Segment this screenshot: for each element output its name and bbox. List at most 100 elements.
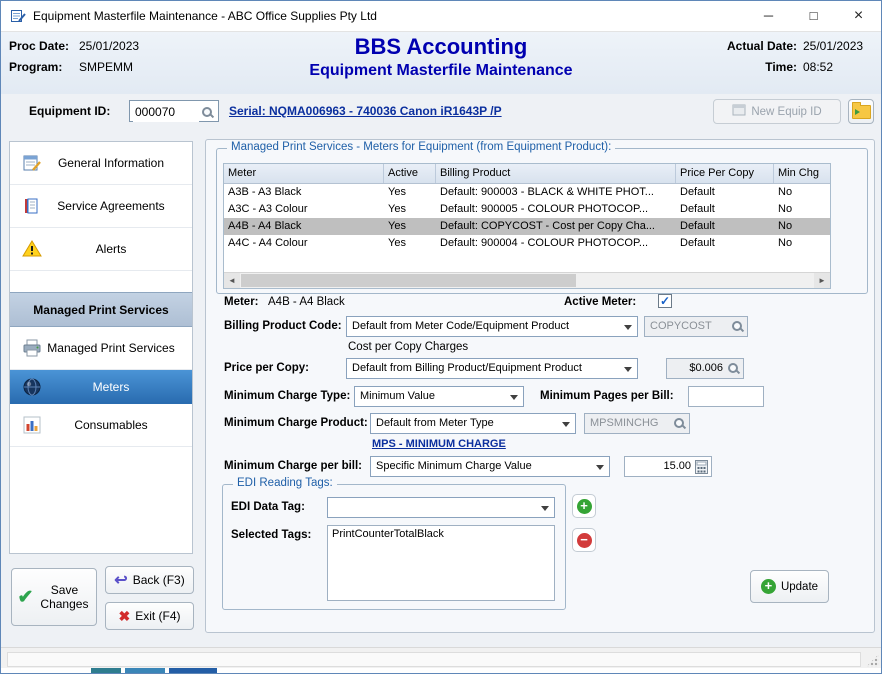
selected-tags-listbox[interactable]: PrintCounterTotalBlack bbox=[327, 525, 555, 601]
taskbar-fragment bbox=[169, 668, 217, 673]
cell-meter: A4B - A4 Black bbox=[224, 218, 384, 235]
minimum-charge-product-dropdown[interactable]: Default from Meter Type bbox=[370, 413, 576, 434]
bar-chart-icon bbox=[22, 415, 42, 435]
exit-label: Exit (F4) bbox=[135, 609, 180, 623]
open-folder-button[interactable] bbox=[848, 99, 874, 124]
search-icon[interactable] bbox=[201, 106, 214, 119]
search-icon[interactable] bbox=[673, 417, 686, 430]
minimum-charge-type-dropdown[interactable]: Minimum Value bbox=[354, 386, 524, 407]
check-icon: ✔ bbox=[18, 586, 34, 609]
active-meter-checkbox[interactable]: ✓ bbox=[658, 294, 672, 308]
cell-billing: Default: 900004 - COLOUR PHOTOCOP... bbox=[436, 235, 676, 252]
cell-meter: A4C - A4 Colour bbox=[224, 235, 384, 252]
sidebar-item-alerts[interactable]: Alerts bbox=[10, 228, 192, 271]
table-row[interactable]: A3C - A3 Colour Yes Default: 900005 - CO… bbox=[224, 201, 830, 218]
search-icon[interactable] bbox=[731, 320, 744, 333]
minimum-charge-per-bill-label: Minimum Charge per bill: bbox=[224, 460, 362, 472]
table-row[interactable]: A3B - A3 Black Yes Default: 900003 - BLA… bbox=[224, 184, 830, 201]
minimum-charge-per-bill-dropdown[interactable]: Specific Minimum Charge Value bbox=[370, 456, 610, 477]
sidebar-item-label: General Information bbox=[38, 156, 164, 170]
table-row-selected[interactable]: A4B - A4 Black Yes Default: COPYCOST - C… bbox=[224, 218, 830, 235]
sidebar-item-service-agreements[interactable]: Service Agreements bbox=[10, 185, 192, 228]
meter-label: Meter: bbox=[224, 296, 259, 308]
new-equip-id-button[interactable]: New Equip ID bbox=[713, 99, 841, 124]
save-changes-label: Save Changes bbox=[38, 583, 90, 611]
sidebar-item-label: Alerts bbox=[76, 242, 127, 256]
edi-data-tag-label: EDI Data Tag: bbox=[231, 501, 305, 513]
cell-price: Default bbox=[676, 235, 774, 252]
serial-link[interactable]: Serial: NQMA006963 - 740036 Canon iR1643… bbox=[229, 104, 502, 118]
column-header-min-chg[interactable]: Min Chg bbox=[774, 164, 830, 183]
sidebar-item-label: Managed Print Services bbox=[27, 341, 174, 355]
mps-minimum-charge-link[interactable]: MPS - MINIMUM CHARGE bbox=[372, 438, 506, 450]
resize-grip[interactable] bbox=[866, 654, 879, 667]
exit-x-icon: ✖ bbox=[118, 608, 130, 625]
taskbar-fragment bbox=[125, 668, 165, 673]
minimum-charge-per-bill-mode-value: Specific Minimum Charge Value bbox=[376, 460, 532, 472]
minimum-charge-product-code: MPSMINCHG bbox=[590, 417, 658, 429]
billing-product-code-field[interactable]: COPYCOST bbox=[644, 316, 748, 337]
price-per-copy-label: Price per Copy: bbox=[224, 362, 309, 374]
update-label: Update bbox=[781, 581, 818, 593]
back-button[interactable]: ↩ Back (F3) bbox=[105, 566, 194, 594]
minimize-button[interactable]: ─ bbox=[746, 1, 791, 31]
sidebar-item-label: Consumables bbox=[54, 418, 147, 432]
column-header-price-per-copy[interactable]: Price Per Copy bbox=[676, 164, 774, 183]
table-header: Meter Active Billing Product Price Per C… bbox=[224, 164, 830, 184]
billing-product-code-label: Billing Product Code: bbox=[224, 320, 342, 332]
sidebar-item-meters[interactable]: Meters bbox=[10, 370, 192, 404]
active-meter-label: Active Meter: bbox=[564, 296, 636, 308]
update-button[interactable]: + Update bbox=[750, 570, 829, 603]
cell-min: No bbox=[774, 218, 830, 235]
column-header-meter[interactable]: Meter bbox=[224, 164, 384, 183]
meter-value: A4B - A4 Black bbox=[268, 296, 345, 308]
scroll-right-icon[interactable]: ► bbox=[814, 273, 830, 288]
minimum-charge-type-label: Minimum Charge Type: bbox=[224, 390, 350, 402]
sidebar-section-label: Managed Print Services bbox=[33, 303, 168, 317]
sidebar-item-managed-print-services[interactable]: Managed Print Services bbox=[10, 327, 192, 370]
equipment-id-field[interactable] bbox=[129, 100, 219, 122]
minimum-charge-per-bill-field[interactable]: 15.00 bbox=[624, 456, 712, 477]
add-tag-button[interactable]: + bbox=[572, 494, 596, 518]
title-bar: Equipment Masterfile Maintenance - ABC O… bbox=[1, 1, 881, 32]
cell-active: Yes bbox=[384, 184, 436, 201]
sidebar-item-consumables[interactable]: Consumables bbox=[10, 404, 192, 447]
remove-tag-button[interactable]: − bbox=[572, 528, 596, 552]
time-label: Time: bbox=[765, 60, 797, 74]
exit-button[interactable]: ✖ Exit (F4) bbox=[105, 602, 194, 630]
scroll-left-icon[interactable]: ◄ bbox=[224, 273, 240, 288]
column-header-active[interactable]: Active bbox=[384, 164, 436, 183]
minimum-pages-input[interactable] bbox=[688, 386, 764, 407]
list-item[interactable]: PrintCounterTotalBlack bbox=[328, 526, 554, 542]
new-equip-label: New Equip ID bbox=[751, 106, 821, 118]
selected-tags-label: Selected Tags: bbox=[231, 529, 311, 541]
cell-min: No bbox=[774, 184, 830, 201]
minus-icon: − bbox=[577, 533, 592, 548]
cell-min: No bbox=[774, 201, 830, 218]
calculator-icon[interactable] bbox=[695, 460, 708, 477]
close-button[interactable]: × bbox=[836, 1, 881, 31]
price-per-copy-field[interactable]: $0.006 bbox=[666, 358, 744, 379]
edi-data-tag-dropdown[interactable] bbox=[327, 497, 555, 518]
billing-product-mode-dropdown[interactable]: Default from Meter Code/Equipment Produc… bbox=[346, 316, 638, 337]
plus-icon: + bbox=[761, 579, 776, 594]
sidebar-section-managed-print-services[interactable]: Managed Print Services bbox=[10, 292, 192, 327]
search-icon[interactable] bbox=[727, 362, 740, 375]
price-per-copy-mode-dropdown[interactable]: Default from Billing Product/Equipment P… bbox=[346, 358, 638, 379]
maximize-button[interactable]: □ bbox=[791, 1, 836, 31]
column-header-billing-product[interactable]: Billing Product bbox=[436, 164, 676, 183]
equipment-id-label: Equipment ID: bbox=[29, 104, 110, 118]
actual-date-label: Actual Date: bbox=[727, 39, 797, 53]
cell-active: Yes bbox=[384, 201, 436, 218]
sidebar: General Information Service Agreements A… bbox=[9, 141, 193, 554]
horizontal-scrollbar[interactable]: ◄ ► bbox=[224, 272, 830, 288]
save-changes-button[interactable]: ✔ Save Changes bbox=[11, 568, 97, 626]
sidebar-item-label: Meters bbox=[73, 380, 130, 394]
equipment-id-input[interactable] bbox=[133, 102, 199, 122]
table-row[interactable]: A4C - A4 Colour Yes Default: 900004 - CO… bbox=[224, 235, 830, 252]
cell-billing: Default: 900005 - COLOUR PHOTOCOP... bbox=[436, 201, 676, 218]
minimum-charge-product-field[interactable]: MPSMINCHG bbox=[584, 413, 690, 434]
sidebar-item-general-information[interactable]: General Information bbox=[10, 142, 192, 185]
scrollbar-thumb[interactable] bbox=[241, 274, 576, 287]
time-value: 08:52 bbox=[803, 60, 871, 74]
